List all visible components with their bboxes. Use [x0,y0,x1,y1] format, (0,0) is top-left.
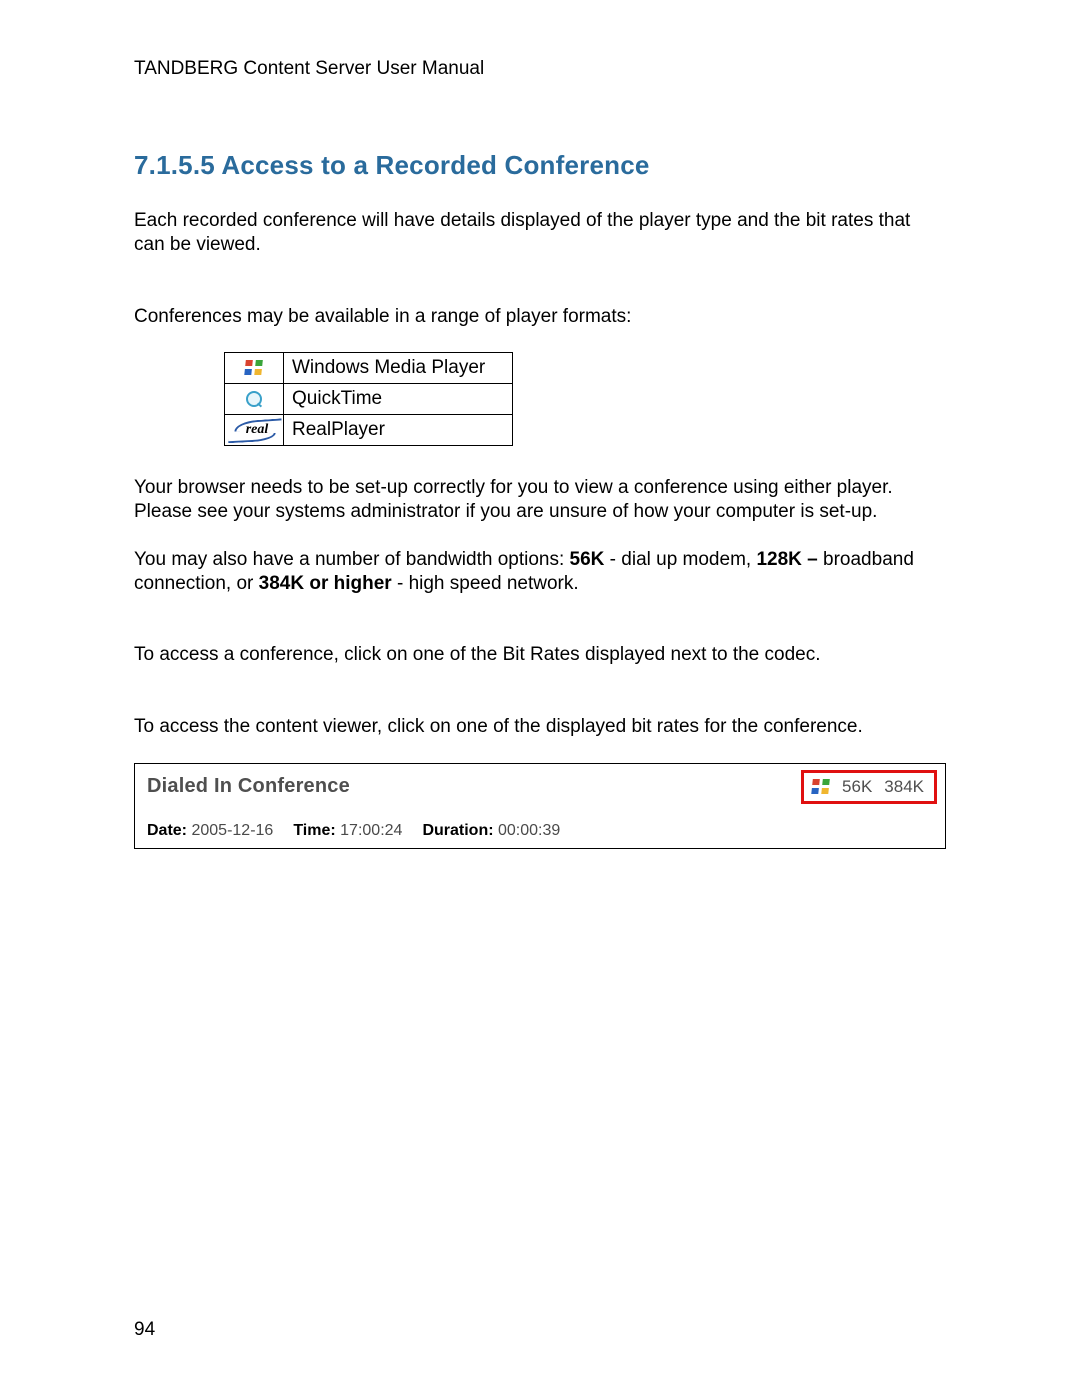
windows-flag-icon [244,360,264,376]
access-conference-paragraph: To access a conference, click on one of … [134,643,946,667]
duration-label: Duration: [422,822,493,839]
time-label: Time: [293,822,335,839]
access-viewer-paragraph: To access the content viewer, click on o… [134,715,946,739]
bitrate-highlight: 56K 384K [801,770,937,804]
player-formats-table: Windows Media Player QuickTime real Real… [224,352,513,446]
section-number: 7.1.5.5 [134,150,215,180]
intro-paragraph: Each recorded conference will have detai… [134,209,946,257]
browser-note: Your browser needs to be set-up correctl… [134,476,946,524]
bitrate-link-384k[interactable]: 384K [884,777,924,797]
table-row: Windows Media Player [225,353,513,384]
bandwidth-paragraph: You may also have a number of bandwidth … [134,548,946,596]
page-number: 94 [134,1319,155,1341]
duration-value: 00:00:39 [498,822,560,839]
windows-flag-icon [811,779,831,795]
icon-cell [225,353,284,384]
section-heading: 7.1.5.5 Access to a Recorded Conference [134,150,946,181]
section-title: Access to a Recorded Conference [221,150,649,180]
table-row: QuickTime [225,384,513,415]
bitrate-link-56k[interactable]: 56K [842,777,872,797]
bw-56k: 56K [570,549,605,570]
icon-cell: real [225,415,284,446]
bw-128k: 128K – [756,549,817,570]
time-value: 17:00:24 [340,822,402,839]
date-label: Date: [147,822,187,839]
player-name: Windows Media Player [284,353,513,384]
bw-384k-desc: - high speed network. [392,573,579,594]
player-name: QuickTime [284,384,513,415]
bw-56k-desc: - dial up modem, [604,549,756,570]
conf-time: Time: 17:00:24 [293,822,402,840]
document-header: TANDBERG Content Server User Manual [134,58,946,80]
conference-title: Dialed In Conference [147,775,350,798]
conference-box: Dialed In Conference 56K 384K Date: 2005… [134,763,946,849]
conference-meta-row: Date: 2005-12-16 Time: 17:00:24 Duration… [135,804,945,848]
realplayer-icon: real [236,422,273,438]
formats-lead: Conferences may be available in a range … [134,305,946,329]
bw-384k: 384K or higher [259,573,392,594]
quicktime-icon [246,391,262,407]
player-name: RealPlayer [284,415,513,446]
date-value: 2005-12-16 [191,822,273,839]
icon-cell [225,384,284,415]
conf-date: Date: 2005-12-16 [147,822,273,840]
conference-header-row: Dialed In Conference 56K 384K [135,764,945,804]
page: TANDBERG Content Server User Manual 7.1.… [0,0,1080,1397]
bw-pre: You may also have a number of bandwidth … [134,549,570,570]
table-row: real RealPlayer [225,415,513,446]
conf-duration: Duration: 00:00:39 [422,822,560,840]
